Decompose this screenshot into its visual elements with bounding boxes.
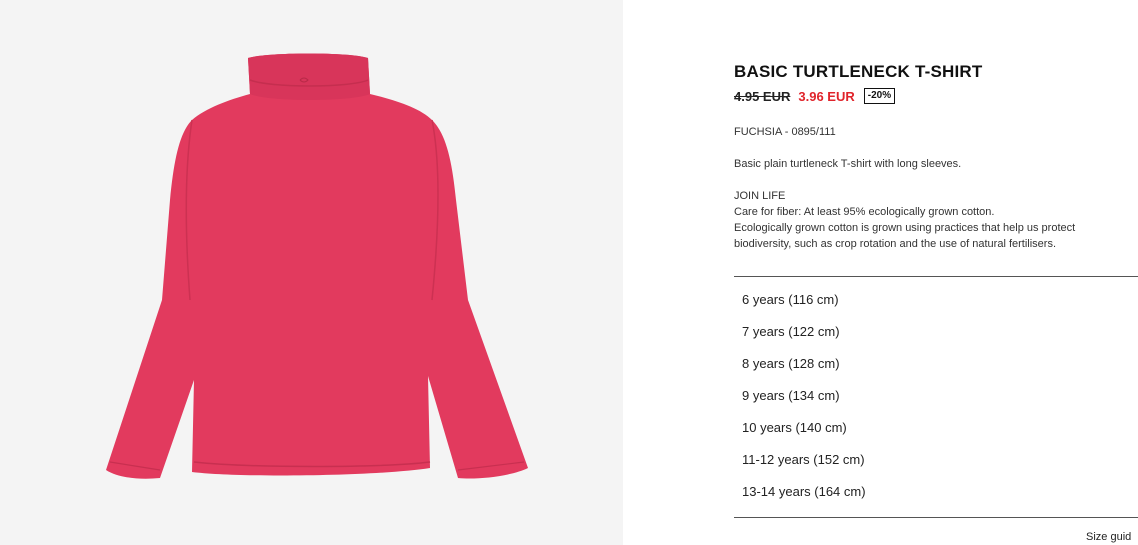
shirt-body xyxy=(106,53,528,479)
product-info: BASIC TURTLENECK T-SHIRT 4.95 EUR 3.96 E… xyxy=(734,62,1138,252)
color-reference: FUCHSIA - 0895/111 xyxy=(734,126,836,138)
care-title: JOIN LIFE xyxy=(734,190,786,202)
shirt-collar xyxy=(248,53,370,100)
size-list: 6 years (116 cm) 7 years (122 cm) 8 year… xyxy=(734,284,1138,508)
size-guide-link[interactable]: Size guid xyxy=(1086,531,1131,543)
size-option[interactable]: 7 years (122 cm) xyxy=(734,316,1138,348)
product-page: BASIC TURTLENECK T-SHIRT 4.95 EUR 3.96 E… xyxy=(0,0,1138,545)
divider-bottom xyxy=(734,517,1138,518)
care-info: JOIN LIFE Care for fiber: At least 95% e… xyxy=(734,188,1138,252)
sale-price: 3.96 EUR xyxy=(798,88,855,104)
care-line: Ecologically grown cotton is grown using… xyxy=(734,222,1076,234)
divider-top xyxy=(734,276,1138,277)
size-option[interactable]: 13-14 years (164 cm) xyxy=(734,476,1138,508)
care-line: Care for fiber: At least 95% ecologicall… xyxy=(734,206,995,218)
size-option[interactable]: 6 years (116 cm) xyxy=(734,284,1138,316)
turtleneck-shirt-image xyxy=(106,53,528,479)
size-option[interactable]: 10 years (140 cm) xyxy=(734,412,1138,444)
care-line: biodiversity, such as crop rotation and … xyxy=(734,238,1057,250)
product-description: Basic plain turtleneck T-shirt with long… xyxy=(734,158,962,170)
original-price: 4.95 EUR xyxy=(734,88,791,104)
price-row: 4.95 EUR 3.96 EUR -20% xyxy=(734,86,1138,106)
product-image[interactable] xyxy=(0,0,623,545)
size-option[interactable]: 9 years (134 cm) xyxy=(734,380,1138,412)
size-option[interactable]: 8 years (128 cm) xyxy=(734,348,1138,380)
size-option[interactable]: 11-12 years (152 cm) xyxy=(734,444,1138,476)
discount-badge: -20% xyxy=(863,88,896,104)
product-title: BASIC TURTLENECK T-SHIRT xyxy=(734,62,983,81)
